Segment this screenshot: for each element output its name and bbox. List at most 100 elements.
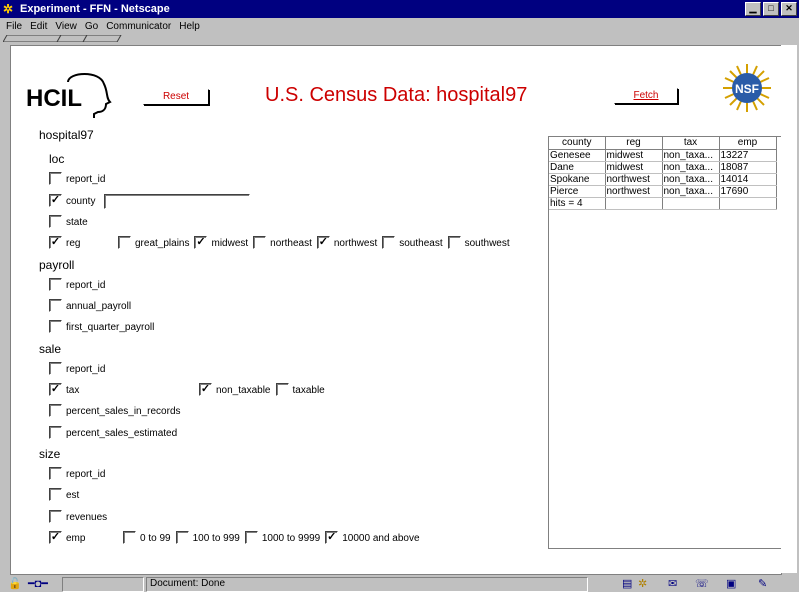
- checkbox-size-report-id[interactable]: [49, 467, 62, 480]
- svg-text:HCIL: HCIL: [26, 85, 82, 112]
- checkbox-tax[interactable]: ✓: [49, 383, 62, 396]
- hits-count: hits = 4: [549, 197, 606, 210]
- col-header-tax[interactable]: tax: [662, 137, 720, 150]
- connection-icon: ━◘━: [28, 578, 48, 590]
- checkbox-state[interactable]: [49, 215, 62, 228]
- checkbox-southeast[interactable]: [382, 236, 396, 249]
- checkbox-midwest[interactable]: ✓: [194, 236, 208, 249]
- results-table-panel[interactable]: county reg tax emp Genesee midwest non_tax…: [548, 136, 781, 549]
- checkbox-reg[interactable]: ✓: [49, 236, 62, 249]
- option-northwest[interactable]: ✓ northwest: [316, 236, 377, 251]
- discussion-icon[interactable]: ☏: [695, 577, 709, 591]
- col-header-county[interactable]: county: [549, 137, 606, 150]
- col-header-emp[interactable]: emp: [719, 137, 777, 150]
- table-name-heading: hospital97: [39, 128, 94, 142]
- table-header-row: county reg tax emp: [549, 137, 777, 150]
- checkbox-emp-10000-above[interactable]: ✓: [325, 531, 339, 544]
- toolbar-tabs[interactable]: [3, 35, 123, 42]
- option-northeast[interactable]: northeast: [253, 236, 312, 251]
- cell-tax: non_taxa...: [662, 173, 720, 186]
- page-icon[interactable]: ▤: [622, 577, 632, 591]
- reset-button[interactable]: Reset: [143, 89, 209, 105]
- maximize-button[interactable]: □: [763, 2, 779, 16]
- checkbox-percent-sales-estimated[interactable]: [49, 426, 62, 439]
- window-title: Experiment - FFN - Netscape: [20, 3, 170, 15]
- table-row[interactable]: Pierce northwest non_taxa... 17690: [549, 185, 777, 198]
- option-non-taxable[interactable]: ✓ non_taxable: [199, 383, 271, 398]
- progress-pane: [62, 577, 144, 592]
- cell-emp: 17690: [719, 185, 777, 198]
- checkbox-southwest[interactable]: [447, 236, 461, 249]
- field-emp: ✓ emp: [49, 531, 86, 545]
- option-great-plains[interactable]: great_plains: [118, 236, 189, 251]
- menu-view[interactable]: View: [51, 19, 81, 35]
- checkbox-taxable[interactable]: [275, 383, 289, 396]
- county-input[interactable]: [104, 194, 251, 209]
- checkbox-non-taxable[interactable]: ✓: [199, 383, 212, 396]
- option-southeast[interactable]: southeast: [382, 236, 443, 251]
- netscape-app-icon[interactable]: ✲: [3, 2, 17, 16]
- checkbox-payroll-report-id[interactable]: [49, 278, 62, 291]
- checkbox-est[interactable]: [49, 488, 62, 501]
- title-bar: ✲ Experiment - FFN - Netscape ▁ □ ✕: [0, 0, 799, 18]
- option-emp-10000-above[interactable]: ✓ 10000 and above: [325, 531, 420, 546]
- security-lock-icon[interactable]: 🔓: [8, 577, 22, 591]
- field-est: est: [49, 488, 79, 503]
- checkbox-annual-payroll[interactable]: [49, 299, 62, 312]
- group-loc: loc: [49, 152, 65, 166]
- mail-icon[interactable]: ✉: [668, 577, 677, 591]
- minimize-button[interactable]: ▁: [745, 2, 761, 16]
- checkbox-percent-sales-in-records[interactable]: [49, 404, 62, 417]
- checkbox-emp-100-999[interactable]: [175, 531, 189, 544]
- option-taxable[interactable]: taxable: [275, 383, 325, 398]
- group-sale: sale: [39, 342, 62, 356]
- composer-icon[interactable]: ▣: [726, 577, 736, 591]
- field-state: state: [49, 215, 88, 230]
- table-row[interactable]: Genesee midwest non_taxa... 13227: [549, 149, 777, 162]
- status-text: Document: Done: [150, 578, 226, 589]
- right-gutter: [781, 45, 797, 573]
- cell-county: Spokane: [549, 173, 606, 186]
- cell-reg: midwest: [605, 149, 663, 162]
- menu-go[interactable]: Go: [81, 19, 102, 35]
- page-content: HCIL Reset U.S. Census Data: hospital97 …: [10, 45, 782, 575]
- option-emp-0-99[interactable]: 0 to 99: [123, 531, 171, 546]
- table-row[interactable]: Dane midwest non_taxa... 18087: [549, 161, 777, 174]
- table-row[interactable]: Spokane northwest non_taxa... 14014: [549, 173, 777, 186]
- field-loc-report-id: report_id: [49, 172, 105, 187]
- page-title: U.S. Census Data: hospital97: [265, 84, 528, 106]
- close-button[interactable]: ✕: [781, 2, 797, 16]
- option-southwest[interactable]: southwest: [447, 236, 510, 251]
- checkbox-emp-0-99[interactable]: [123, 531, 136, 544]
- group-size: size: [39, 447, 61, 461]
- col-header-reg[interactable]: reg: [605, 137, 663, 150]
- cell-emp: 13227: [719, 149, 777, 162]
- checkbox-great-plains[interactable]: [118, 236, 131, 249]
- menu-edit[interactable]: Edit: [26, 19, 51, 35]
- checkbox-emp-1000-9999[interactable]: [244, 531, 258, 544]
- menu-file[interactable]: File: [0, 19, 26, 35]
- checkbox-northwest[interactable]: ✓: [316, 236, 330, 249]
- checkbox-northeast[interactable]: [253, 236, 267, 249]
- checkbox-emp[interactable]: ✓: [49, 531, 62, 544]
- menu-help[interactable]: Help: [175, 19, 204, 35]
- field-payroll-report-id: report_id: [49, 278, 105, 293]
- checkbox-loc-report-id[interactable]: [49, 172, 62, 185]
- menu-communicator[interactable]: Communicator: [102, 19, 175, 35]
- group-payroll: payroll: [39, 258, 75, 272]
- edit-icon[interactable]: ✎: [758, 577, 767, 591]
- option-midwest[interactable]: ✓ midwest: [194, 236, 248, 251]
- cell-tax: non_taxa...: [662, 149, 720, 162]
- navigator-icon[interactable]: ✲: [638, 577, 647, 591]
- checkbox-revenues[interactable]: [49, 510, 62, 523]
- checkbox-first-quarter-payroll[interactable]: [49, 320, 62, 333]
- fetch-button[interactable]: Fetch: [614, 88, 678, 104]
- option-emp-100-999[interactable]: 100 to 999: [175, 531, 240, 546]
- cell-emp: 18087: [719, 161, 777, 174]
- option-emp-1000-9999[interactable]: 1000 to 9999: [244, 531, 320, 546]
- checkbox-county[interactable]: ✓: [49, 194, 62, 207]
- field-county: ✓ county: [49, 194, 251, 209]
- field-first-quarter-payroll: first_quarter_payroll: [49, 320, 154, 335]
- status-bar: 🔓 ━◘━ Document: Done ▤ ✲ ✉ ☏ ▣ ✎: [0, 576, 799, 592]
- checkbox-sale-report-id[interactable]: [49, 362, 62, 375]
